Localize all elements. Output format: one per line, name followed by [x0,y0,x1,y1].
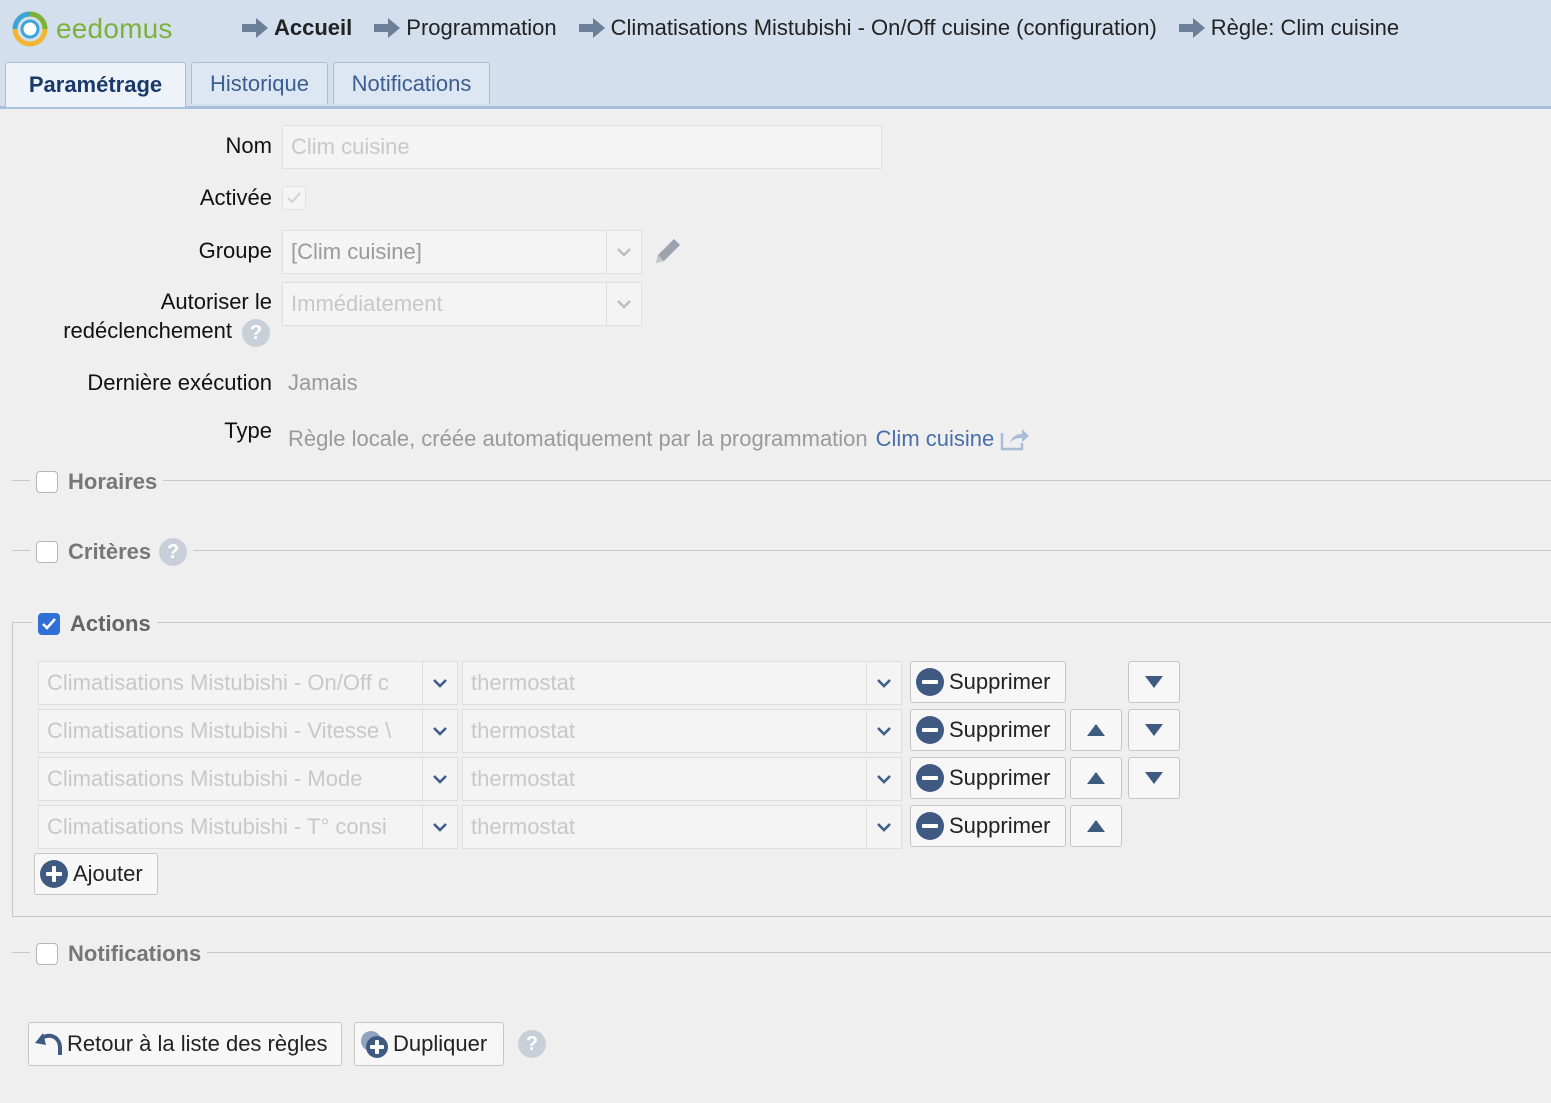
delete-action-button[interactable]: Supprimer [910,709,1066,751]
delete-action-button[interactable]: Supprimer [910,757,1066,799]
arrow-right-icon [374,18,401,38]
horaires-legend: Horaires [30,468,164,496]
notifications-legend: Notifications [30,940,208,968]
actions-checkbox[interactable] [38,613,60,635]
back-to-rules-button[interactable]: Retour à la liste des règles [28,1022,342,1066]
criteres-legend: Critères ? [30,537,194,567]
arrow-right-icon [578,18,605,38]
nom-label: Nom [225,133,272,158]
chevron-down-icon [422,662,457,704]
action-device-select[interactable]: Climatisations Mistubishi - T° consi [38,805,458,849]
derniere-execution-value: Jamais [288,370,358,395]
groupe-select-value: [Clim cuisine] [291,239,422,264]
breadcrumb-programmation[interactable]: Programmation [372,15,557,41]
chevron-down-icon [866,806,901,848]
notifications-separator [12,952,1551,953]
nom-input[interactable]: Clim cuisine [282,125,882,169]
action-device-select[interactable]: Climatisations Mistubishi - On/Off c [38,661,458,705]
footer-help-icon[interactable]: ? [518,1030,546,1058]
horaires-checkbox[interactable] [36,471,58,493]
check-icon [42,618,56,630]
tab-historique[interactable]: Historique [191,62,328,104]
chevron-down-icon [866,662,901,704]
minus-circle-icon [916,668,944,696]
criteres-help-icon[interactable]: ? [159,538,188,566]
activee-label: Activée [199,185,272,210]
action-value-select[interactable]: thermostat [462,805,902,849]
triangle-up-icon [1087,772,1105,784]
check-icon [287,192,301,204]
action-device-select[interactable]: Climatisations Mistubishi - Vitesse \ [38,709,458,753]
type-label: Type [224,418,272,443]
minus-circle-icon [916,716,944,744]
chevron-down-icon [606,231,641,273]
move-down-button[interactable] [1128,709,1180,751]
duplicate-button[interactable]: Dupliquer [354,1022,504,1066]
minus-circle-icon [916,812,944,840]
redeclenchement-help-icon[interactable]: ? [242,319,270,347]
groupe-select[interactable]: [Clim cuisine] [282,230,642,274]
move-up-button[interactable] [1070,805,1122,847]
logo[interactable]: eedomus [12,6,173,52]
move-down-button[interactable] [1128,757,1180,799]
chevron-down-icon [866,758,901,800]
derniere-execution-label: Dernière exécution [87,370,272,395]
chevron-down-icon [422,806,457,848]
tab-bar: Paramétrage Historique Notifications [0,58,1551,109]
action-value-select[interactable]: thermostat [462,757,902,801]
move-up-button[interactable] [1070,709,1122,751]
redeclenchement-label-line1: Autoriser le [160,289,272,314]
action-value-select[interactable]: thermostat [462,661,902,705]
redeclenchement-label-line2: redéclenchement [63,318,232,343]
add-action-button[interactable]: Ajouter [34,853,158,895]
plus-circle-icon [40,860,68,888]
action-value-select[interactable]: thermostat [462,709,902,753]
pencil-icon[interactable] [650,235,684,269]
chevron-down-icon [606,283,641,325]
delete-action-button[interactable]: Supprimer [910,661,1066,703]
tab-notifications[interactable]: Notifications [333,62,490,104]
criteres-checkbox[interactable] [36,541,58,563]
type-programmation-link[interactable]: Clim cuisine [876,426,995,452]
breadcrumb: Accueil Programmation Climatisations Mis… [240,0,1419,56]
notifications-checkbox[interactable] [36,943,58,965]
chevron-down-icon [866,710,901,752]
criteres-separator [12,550,1551,551]
redeclenchement-select-value: Immédiatement [291,291,443,316]
arrow-right-icon [242,18,268,38]
triangle-down-icon [1145,724,1163,736]
triangle-up-icon [1087,724,1105,736]
minus-circle-icon [916,764,944,792]
triangle-up-icon [1087,820,1105,832]
move-down-button[interactable] [1128,661,1180,703]
breadcrumb-accueil[interactable]: Accueil [240,15,352,41]
external-link-icon[interactable] [1000,427,1030,451]
breadcrumb-configuration[interactable]: Climatisations Mistubishi - On/Off cuisi… [577,15,1157,41]
activee-checkbox[interactable] [282,186,306,210]
top-bar: eedomus Accueil Programmation Climatisat… [0,0,1551,59]
groupe-label: Groupe [198,238,272,263]
tab-parametrage[interactable]: Paramétrage [5,62,186,107]
breadcrumb-regle: Règle: Clim cuisine [1177,15,1399,41]
triangle-down-icon [1145,772,1163,784]
horaires-separator [12,480,1551,481]
chevron-down-icon [422,758,457,800]
actions-separator [12,622,1551,623]
eedomus-logo-icon [12,11,48,47]
move-up-button[interactable] [1070,757,1122,799]
type-value: Règle locale, créée automatiquement par … [288,426,1030,452]
action-device-select[interactable]: Climatisations Mistubishi - Mode [38,757,458,801]
delete-action-button[interactable]: Supprimer [910,805,1066,847]
redeclenchement-select[interactable]: Immédiatement [282,282,642,326]
arrow-right-icon [1178,18,1205,38]
chevron-down-icon [422,710,457,752]
actions-legend: Actions [32,609,157,639]
duplicate-icon [361,1031,388,1058]
triangle-down-icon [1145,676,1163,688]
undo-icon [35,1033,62,1055]
logo-text: eedomus [56,13,173,44]
